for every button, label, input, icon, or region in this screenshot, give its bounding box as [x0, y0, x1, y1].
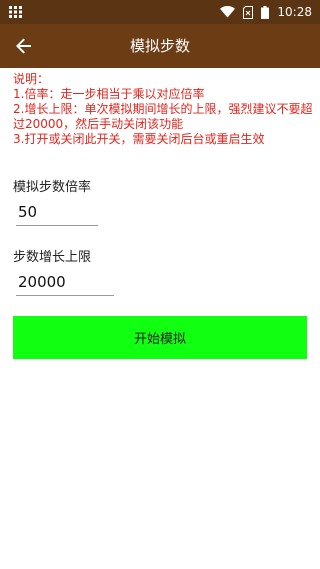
- status-right: 10:28: [220, 0, 312, 24]
- sim-icon: [243, 5, 254, 19]
- instructions-block: 说明： 1.倍率：走一步相当于乘以对应倍率 2.增长上限：单次模拟期间增长的上限…: [13, 72, 313, 147]
- limit-label: 步数增长上限: [13, 250, 92, 265]
- app-screen: 10:28 模拟步数 说明： 1.倍率：走一步相当于乘以对应倍率 2.增长上限：…: [0, 0, 320, 569]
- instructions-line-2: 2.增长上限：单次模拟期间增长的上限，强烈建议不要超过20000，然后手动关闭该…: [13, 102, 313, 131]
- start-simulation-button[interactable]: 开始模拟: [13, 316, 307, 359]
- arrow-back-icon: [16, 38, 31, 54]
- instructions-line-3: 3.打开或关闭此开关，需要关闭后台或重启生效: [13, 132, 265, 146]
- limit-input[interactable]: [16, 269, 114, 296]
- status-time: 10:28: [277, 5, 312, 19]
- back-button[interactable]: [8, 30, 40, 62]
- grid-icon: [9, 6, 22, 18]
- multiplier-label: 模拟步数倍率: [13, 180, 92, 195]
- multiplier-input[interactable]: [16, 199, 98, 226]
- page-title: 模拟步数: [129, 37, 190, 55]
- status-bar: 10:28: [0, 0, 320, 24]
- toolbar: 模拟步数: [0, 24, 320, 68]
- battery-icon: [261, 5, 270, 19]
- instructions-heading: 说明：: [13, 72, 50, 86]
- wifi-icon: [220, 6, 236, 18]
- instructions-line-1: 1.倍率：走一步相当于乘以对应倍率: [13, 87, 205, 101]
